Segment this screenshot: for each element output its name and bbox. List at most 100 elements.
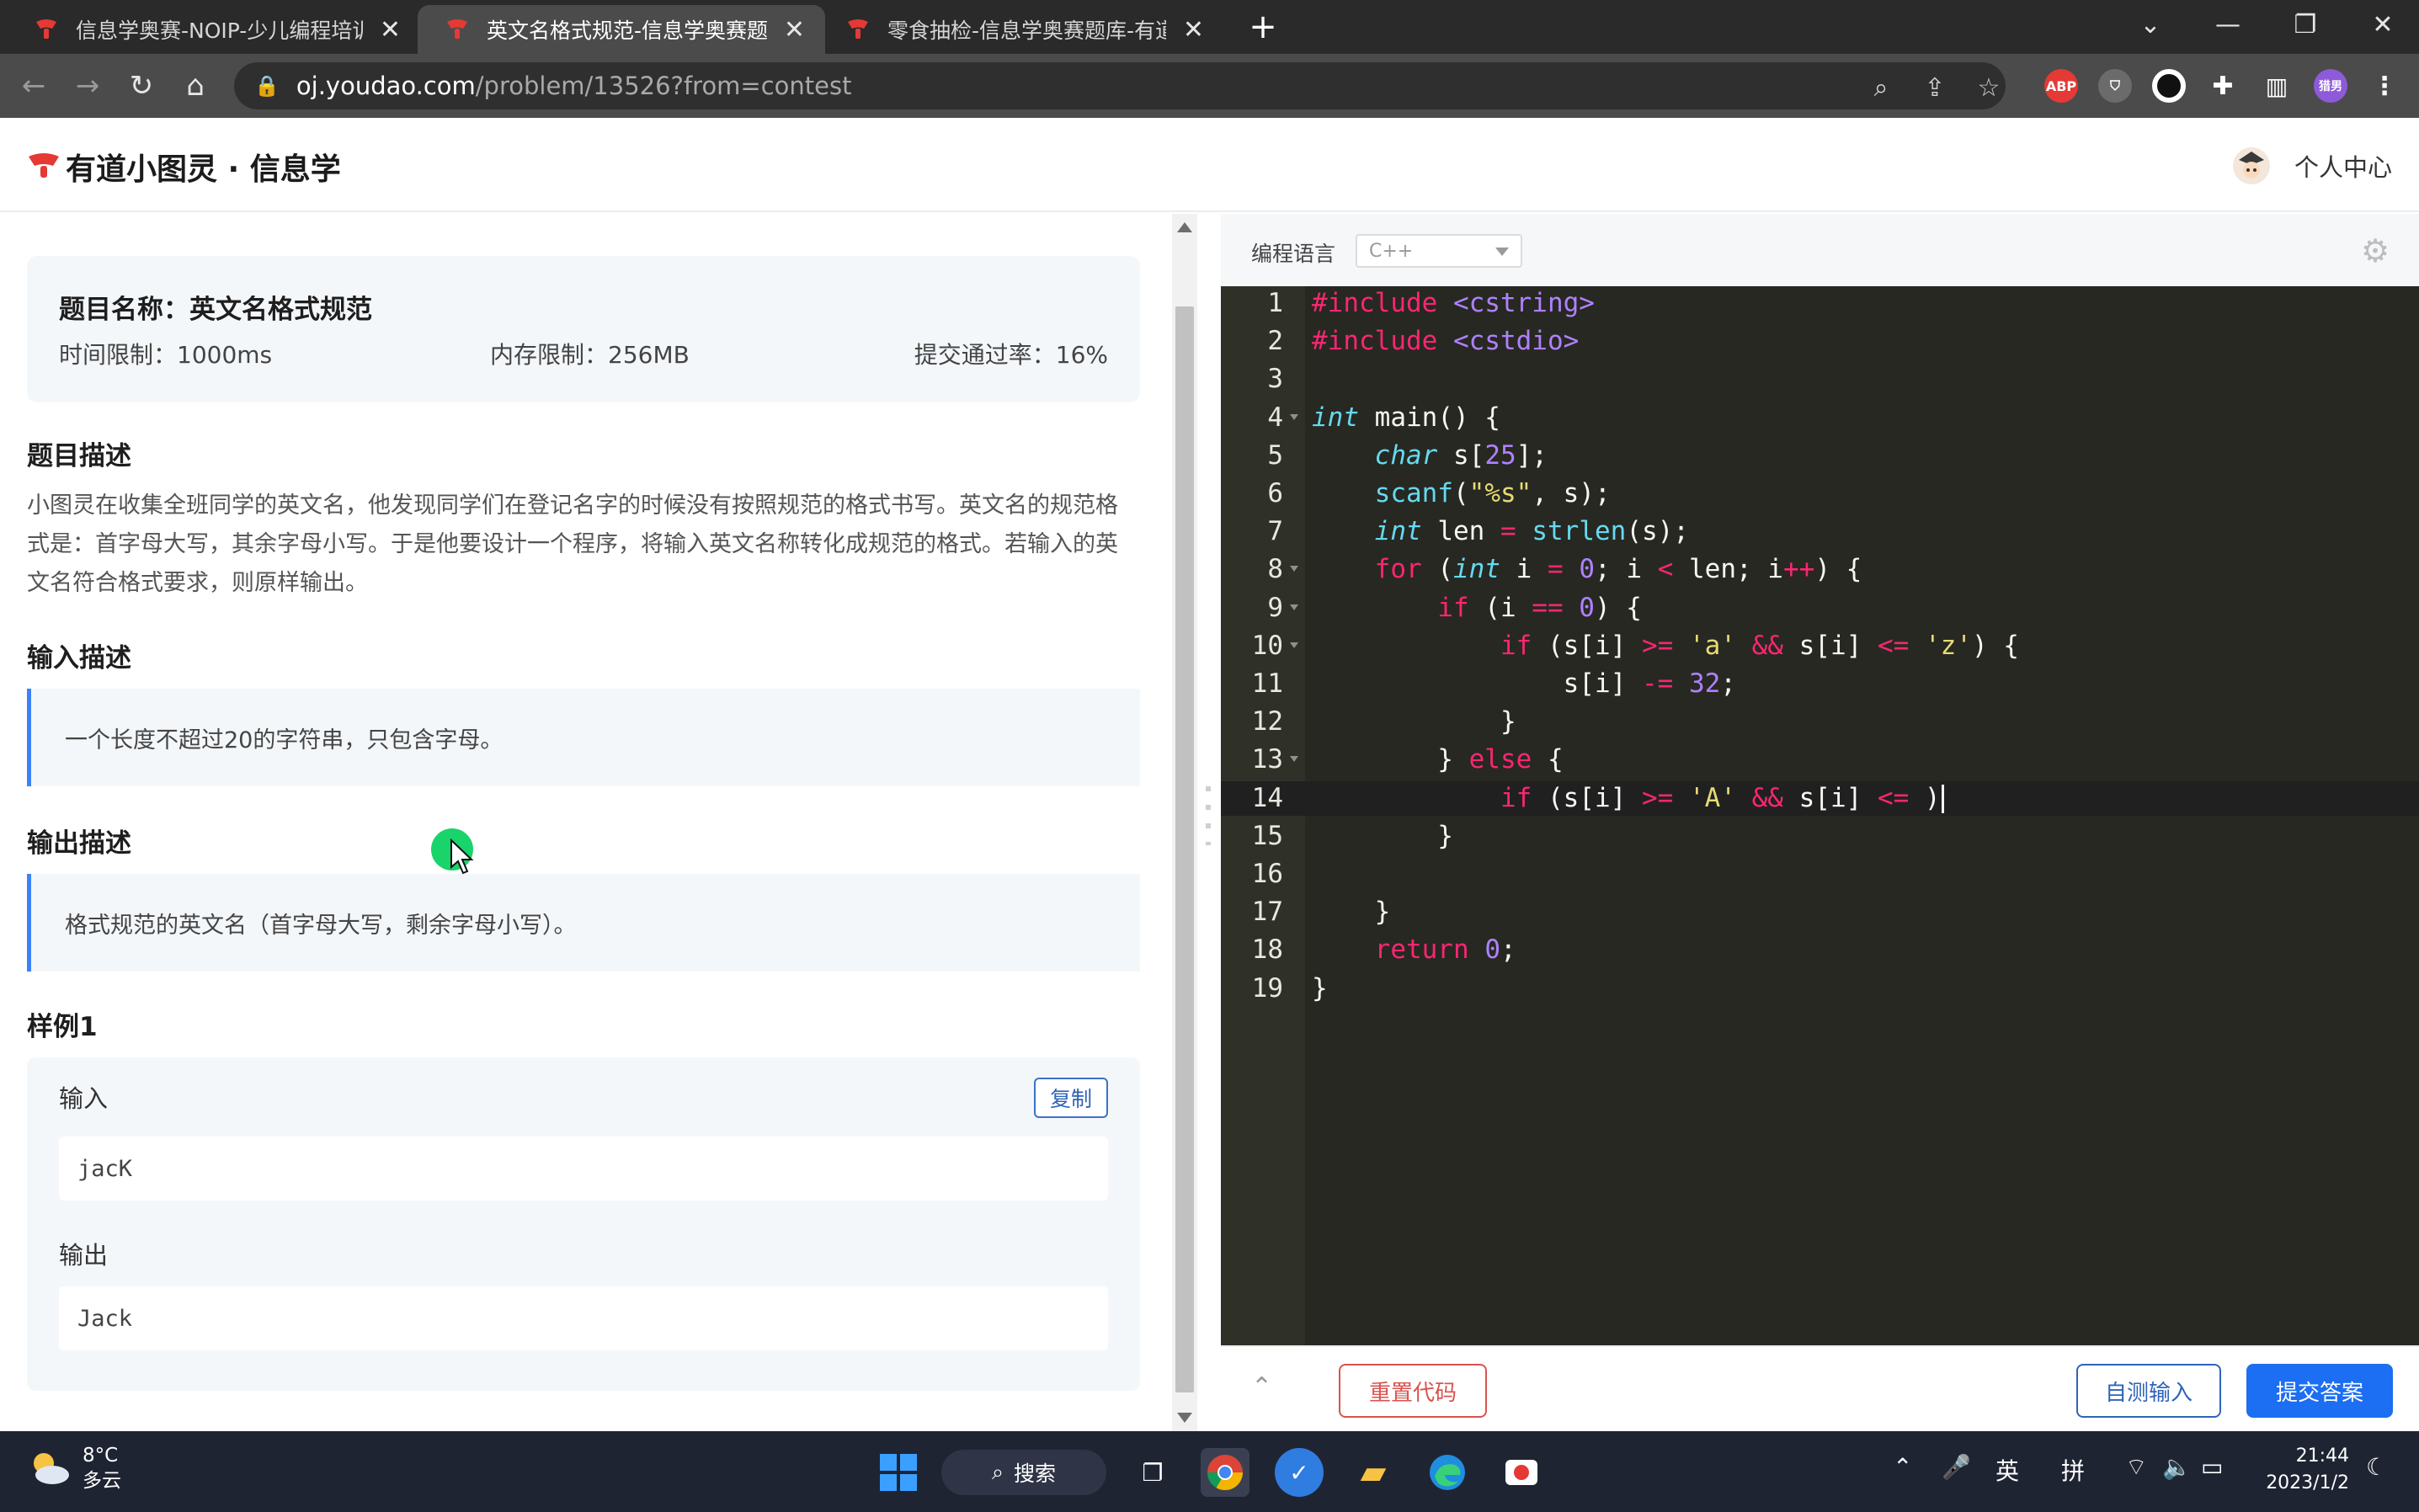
- description-text: 小图灵在收集全班同学的英文名，他发现同学们在登记名字的时候没有按照规范的格式书写…: [27, 492, 1118, 596]
- youdao-favicon-icon: [447, 19, 467, 39]
- line-number: 10: [1251, 630, 1283, 661]
- expand-up-icon[interactable]: ⌃: [1251, 1372, 1276, 1403]
- scroll-thumb[interactable]: [1175, 306, 1194, 1392]
- minimize-button[interactable]: —: [2194, 0, 2262, 49]
- new-tab-button[interactable]: +: [1241, 5, 1285, 49]
- tray-chevron-icon[interactable]: ⌃: [1893, 1453, 1912, 1481]
- restore-button[interactable]: ❐: [2272, 0, 2339, 49]
- edge-icon[interactable]: [1423, 1448, 1472, 1497]
- wifi-icon[interactable]: ⌔: [2125, 1453, 2147, 1483]
- problem-panel: 题目名称：英文名格式规范 时间限制：1000ms 内存限制：256MB 提交通过…: [0, 214, 1170, 1431]
- scroll-up-arrow-icon[interactable]: [1177, 222, 1192, 232]
- scroll-down-arrow-icon[interactable]: [1177, 1413, 1192, 1423]
- check-app-icon[interactable]: ✓: [1275, 1448, 1324, 1497]
- fold-arrow-icon[interactable]: [1290, 566, 1298, 572]
- share-icon[interactable]: ⇪: [1918, 71, 1952, 104]
- reload-icon[interactable]: ↻: [121, 66, 162, 106]
- ime-language[interactable]: 英: [1995, 1453, 2019, 1487]
- sidepanel-icon[interactable]: ▥: [2260, 69, 2294, 103]
- code-line[interactable]: 3: [1221, 362, 2419, 397]
- back-arrow-icon[interactable]: ←: [13, 66, 54, 106]
- file-explorer-icon[interactable]: ▰: [1349, 1448, 1398, 1497]
- code-line[interactable]: 1 #include <cstring>: [1221, 286, 2419, 321]
- code-line[interactable]: 5 char s[25];: [1221, 439, 2419, 473]
- site-logo[interactable]: 有道小图灵 · 信息学: [27, 145, 341, 189]
- code-line[interactable]: 17 }: [1221, 895, 2419, 929]
- taskbar-search[interactable]: ⌕ 搜索: [941, 1450, 1106, 1495]
- code-line[interactable]: 16: [1221, 857, 2419, 892]
- submit-button[interactable]: 提交答案: [2246, 1364, 2393, 1418]
- code-line[interactable]: 8 for (int i = 0; i < len; i++) {: [1221, 552, 2419, 587]
- copy-button[interactable]: 复制: [1034, 1078, 1108, 1118]
- zoom-icon[interactable]: ⌕: [1864, 71, 1898, 104]
- puzzle-extensions-icon[interactable]: ✚: [2206, 69, 2240, 103]
- tab-close-icon[interactable]: ✕: [784, 15, 805, 45]
- tab-title: 信息学奥赛-NOIP-少儿编程培训: [76, 19, 363, 43]
- adblock-extension-icon[interactable]: ABP: [2044, 69, 2078, 103]
- notification-moon-icon[interactable]: ☾: [2366, 1453, 2387, 1481]
- menu-kebab-icon[interactable]: ⋮: [2368, 69, 2401, 103]
- ime-mode[interactable]: 拼: [2061, 1453, 2085, 1487]
- record-extension-icon[interactable]: [2152, 69, 2186, 103]
- code-line[interactable]: 7 int len = strlen(s);: [1221, 514, 2419, 549]
- windows-start-icon[interactable]: [874, 1448, 923, 1497]
- bookmark-star-icon[interactable]: ☆: [1972, 71, 2006, 104]
- fold-arrow-icon[interactable]: [1290, 604, 1298, 610]
- mouse-pointer-icon: [450, 839, 474, 875]
- address-bar[interactable]: 🔒 oj.youdao.com/problem/13526?from=conte…: [234, 62, 2006, 109]
- volume-icon[interactable]: 🔈: [2162, 1453, 2192, 1481]
- screen-recorder-icon[interactable]: [1497, 1448, 1546, 1497]
- task-view-icon[interactable]: ❐: [1128, 1448, 1177, 1497]
- weather-widget[interactable]: 8°C 多云: [25, 1443, 121, 1493]
- weather-temp: 8°C: [83, 1445, 119, 1467]
- home-icon[interactable]: ⌂: [175, 66, 216, 106]
- browser-tab-1[interactable]: 信息学奥赛-NOIP-少儿编程培训 ✕: [7, 5, 421, 54]
- line-number: 4: [1267, 402, 1283, 433]
- code-line[interactable]: 13 } else {: [1221, 743, 2419, 777]
- fold-arrow-icon[interactable]: [1290, 413, 1298, 420]
- profile-avatar[interactable]: 猎男: [2314, 69, 2347, 103]
- code-line[interactable]: 4 int main() {: [1221, 401, 2419, 435]
- browser-tab-3[interactable]: 零食抽检-信息学奥赛题库-有道小 ✕: [818, 5, 1224, 54]
- tab-close-icon[interactable]: ✕: [380, 15, 401, 45]
- chrome-icon[interactable]: [1201, 1448, 1249, 1497]
- close-window-button[interactable]: ✕: [2349, 0, 2416, 49]
- code-text: #include <cstdio>: [1312, 326, 1580, 357]
- code-line[interactable]: 10 if (s[i] >= 'a' && s[i] <= 'z') {: [1221, 629, 2419, 663]
- battery-icon[interactable]: ▭: [2201, 1453, 2223, 1481]
- code-line[interactable]: 9 if (i == 0) {: [1221, 591, 2419, 626]
- problem-scrollbar[interactable]: [1172, 214, 1197, 1431]
- self-test-button[interactable]: 自测输入: [2076, 1364, 2221, 1418]
- shield-extension-icon[interactable]: ⛉: [2098, 69, 2132, 103]
- browser-tab-2[interactable]: 英文名格式规范-信息学奥赛题库 ✕: [418, 5, 825, 54]
- code-text: }: [1312, 820, 1453, 851]
- code-line[interactable]: 12 }: [1221, 705, 2419, 739]
- system-clock[interactable]: 21:44 2023/1/2: [2256, 1443, 2349, 1497]
- language-value: C++: [1369, 240, 1414, 262]
- code-line[interactable]: 14 if (s[i] >= 'A' && s[i] <= ): [1221, 780, 2419, 816]
- forward-arrow-icon[interactable]: →: [67, 66, 108, 106]
- tab-close-icon[interactable]: ✕: [1183, 15, 1204, 45]
- fold-arrow-icon[interactable]: [1290, 642, 1298, 648]
- code-line[interactable]: 18 return 0;: [1221, 933, 2419, 967]
- code-line[interactable]: 6 scanf("%s", s);: [1221, 476, 2419, 511]
- code-line[interactable]: 15 }: [1221, 819, 2419, 854]
- code-line[interactable]: 2 #include <cstdio>: [1221, 324, 2419, 359]
- tab-search-icon[interactable]: ⌄: [2117, 0, 2184, 49]
- microphone-icon[interactable]: 🎤: [1942, 1453, 1971, 1481]
- youdao-logo-icon: [29, 153, 59, 178]
- panel-splitter[interactable]: [1197, 214, 1221, 1431]
- gear-icon[interactable]: ⚙: [2358, 234, 2392, 268]
- user-center-link[interactable]: 个人中心: [2232, 146, 2392, 185]
- fold-arrow-icon[interactable]: [1290, 756, 1298, 763]
- line-number: 11: [1251, 668, 1283, 699]
- sample-title: 样例1: [27, 1012, 98, 1042]
- language-select[interactable]: C++: [1356, 234, 1522, 268]
- code-editor[interactable]: 1 #include <cstring> 2 #include <cstdio> 3 4 i…: [1221, 286, 2419, 1345]
- reset-code-button[interactable]: 重置代码: [1339, 1364, 1487, 1418]
- sample-input-box: jacK: [59, 1137, 1108, 1201]
- text-cursor: [1942, 784, 1944, 813]
- code-line[interactable]: 19}: [1221, 972, 2419, 1006]
- code-text: scanf("%s", s);: [1374, 478, 1611, 508]
- code-line[interactable]: 11 s[i] -= 32;: [1221, 667, 2419, 701]
